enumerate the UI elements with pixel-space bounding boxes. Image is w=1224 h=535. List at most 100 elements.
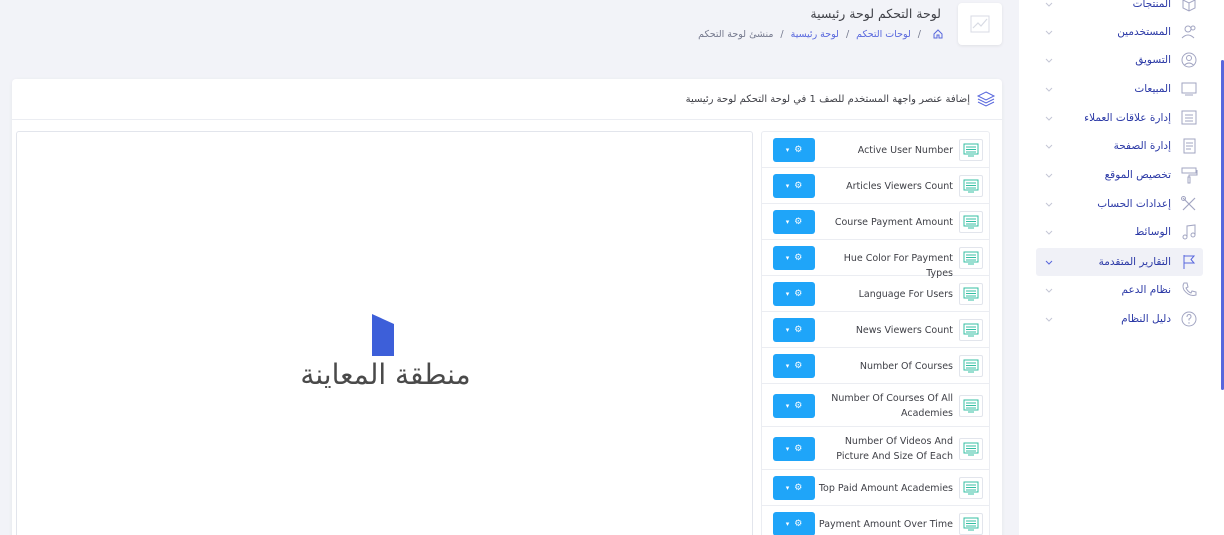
box-icon bbox=[1179, 0, 1199, 14]
breadcrumb-separator: / bbox=[845, 28, 850, 40]
widget-row: Number Of Courses ▾ ⚙ bbox=[762, 348, 989, 384]
chevron-down-icon: ▾ bbox=[785, 254, 790, 262]
gear-icon: ⚙ bbox=[794, 483, 803, 493]
widget-row: Top Paid Amount Academies ▾ ⚙ bbox=[762, 470, 989, 506]
widget-thumbnail-icon bbox=[959, 355, 983, 377]
sidebar: المنتجات المستخدمين التسويق المبيعات إدارة ع… bbox=[1019, 0, 1224, 535]
widget-settings-button[interactable]: ▾ ⚙ bbox=[773, 436, 815, 461]
widget-name: Number Of Courses bbox=[859, 360, 953, 372]
crm-icon bbox=[1179, 108, 1199, 128]
sidebar-item[interactable]: المبيعات bbox=[1036, 75, 1203, 103]
widget-name: Language For Users bbox=[858, 288, 953, 300]
paint-roller-icon bbox=[1179, 165, 1199, 185]
chevron-down-icon: ▾ bbox=[785, 362, 790, 370]
chevron-down-icon: ▾ bbox=[785, 290, 790, 298]
chevron-down-icon bbox=[1042, 283, 1056, 297]
widget-settings-button[interactable]: ▾ ⚙ bbox=[773, 476, 815, 500]
widget-settings-button[interactable]: ▾ ⚙ bbox=[773, 210, 815, 234]
chevron-down-icon: ▾ bbox=[785, 520, 790, 528]
widget-settings-button[interactable]: ▾ ⚙ bbox=[773, 512, 815, 535]
sidebar-item[interactable]: المستخدمين bbox=[1036, 18, 1203, 46]
widget-settings-button[interactable]: ▾ ⚙ bbox=[773, 354, 815, 378]
sidebar-item-label: إدارة علاقات العملاء bbox=[1084, 112, 1171, 124]
gear-icon: ⚙ bbox=[794, 217, 803, 227]
sidebar-item[interactable]: الوسائط bbox=[1036, 218, 1203, 246]
sidebar-item-label: المنتجات bbox=[1132, 0, 1171, 10]
widget-thumbnail-icon bbox=[959, 319, 983, 341]
sidebar-item[interactable]: نظام الدعم bbox=[1036, 276, 1203, 304]
sidebar-item[interactable]: التسويق bbox=[1036, 46, 1203, 74]
widget-settings-button[interactable]: ▾ ⚙ bbox=[773, 282, 815, 306]
chevron-down-icon bbox=[1042, 225, 1056, 239]
sidebar-item-label: التقارير المتقدمة bbox=[1098, 256, 1171, 268]
phone-icon bbox=[1179, 280, 1199, 300]
gear-icon: ⚙ bbox=[794, 443, 803, 454]
widget-row: Course Payment Amount ▾ ⚙ bbox=[762, 204, 989, 240]
sidebar-item[interactable]: إعدادات الحساب bbox=[1036, 190, 1203, 218]
sidebar-item[interactable]: دليل النظام bbox=[1036, 305, 1203, 333]
chevron-down-icon bbox=[1042, 255, 1056, 269]
widget-settings-button[interactable]: ▾ ⚙ bbox=[773, 246, 815, 270]
home-icon[interactable] bbox=[932, 28, 944, 40]
widget-thumbnail-icon bbox=[959, 477, 983, 499]
sidebar-item-label: التسويق bbox=[1135, 54, 1171, 66]
widget-settings-button[interactable]: ▾ ⚙ bbox=[773, 318, 815, 342]
gear-icon: ⚙ bbox=[794, 289, 803, 299]
widget-settings-button[interactable]: ▾ ⚙ bbox=[773, 174, 815, 198]
chevron-down-icon bbox=[1042, 197, 1056, 211]
sales-icon bbox=[1179, 79, 1199, 99]
sidebar-item[interactable]: إدارة علاقات العملاء bbox=[1036, 104, 1203, 132]
card-title: إضافة عنصر واجهة المستخدم للصف 1 في لوحة… bbox=[685, 93, 970, 105]
chart-line-icon bbox=[970, 15, 990, 33]
sidebar-item[interactable]: المنتجات bbox=[1036, 0, 1203, 18]
sidebar-item-label: المبيعات bbox=[1134, 83, 1171, 95]
widget-name: Number Of Courses Of All Academies bbox=[831, 392, 953, 419]
layers-icon bbox=[976, 89, 996, 109]
preview-placeholder-text: منطقة المعاينة bbox=[300, 358, 471, 391]
chevron-down-icon: ▾ bbox=[785, 218, 790, 226]
widget-name: Course Payment Amount bbox=[834, 216, 953, 228]
widget-builder-card: إضافة عنصر واجهة المستخدم للصف 1 في لوحة… bbox=[12, 79, 1002, 535]
chevron-down-icon bbox=[1042, 0, 1056, 11]
page-icon-box bbox=[958, 3, 1002, 45]
sidebar-item-label: إدارة الصفحة bbox=[1113, 140, 1171, 152]
sidebar-item-label: الوسائط bbox=[1134, 226, 1171, 238]
widget-thumbnail-icon bbox=[959, 394, 983, 417]
widget-row: Language For Users ▾ ⚙ bbox=[762, 276, 989, 312]
sidebar-item-label: إعدادات الحساب bbox=[1097, 198, 1171, 210]
widget-row: Number Of Courses Of All Academies ▾ ⚙ bbox=[762, 384, 989, 427]
sidebar-item[interactable]: تخصيص الموقع bbox=[1036, 161, 1203, 189]
card-header: إضافة عنصر واجهة المستخدم للصف 1 في لوحة… bbox=[12, 79, 1002, 120]
chevron-down-icon: ▾ bbox=[785, 326, 790, 334]
widget-name: News Viewers Count bbox=[855, 324, 953, 336]
widget-row: Articles Viewers Count ▾ ⚙ bbox=[762, 168, 989, 204]
gear-icon: ⚙ bbox=[794, 400, 803, 411]
widget-thumbnail-icon bbox=[959, 513, 983, 535]
widget-settings-button[interactable]: ▾ ⚙ bbox=[773, 393, 815, 418]
chevron-down-icon bbox=[1042, 139, 1056, 153]
chevron-down-icon: ▾ bbox=[785, 401, 790, 410]
sidebar-item-label: نظام الدعم bbox=[1121, 284, 1171, 296]
widget-row: Number Of Videos And Picture And Size Of… bbox=[762, 427, 989, 470]
breadcrumb-dashboards[interactable]: لوحات التحكم bbox=[856, 29, 911, 40]
sidebar-item[interactable]: التقارير المتقدمة bbox=[1036, 248, 1203, 276]
marketing-icon bbox=[1179, 50, 1199, 70]
widget-thumbnail-icon bbox=[959, 175, 983, 197]
widget-settings-button[interactable]: ▾ ⚙ bbox=[773, 138, 815, 162]
widget-row: Hue Color For Payment Types ▾ ⚙ bbox=[762, 240, 989, 279]
chevron-down-icon bbox=[1042, 82, 1056, 96]
chevron-down-icon bbox=[1042, 312, 1056, 326]
widget-name: Articles Viewers Count bbox=[846, 180, 953, 192]
sidebar-item-label: المستخدمين bbox=[1117, 26, 1171, 38]
widget-name: Top Paid Amount Academies bbox=[818, 482, 953, 494]
breadcrumb-separator: / bbox=[780, 28, 784, 40]
widget-thumbnail-icon bbox=[959, 247, 983, 269]
widget-name: Payment Amount Over Time bbox=[818, 518, 953, 530]
sidebar-item[interactable]: إدارة الصفحة bbox=[1036, 132, 1203, 160]
chevron-down-icon bbox=[1042, 53, 1056, 67]
breadcrumb-main-dashboard[interactable]: لوحة رئيسية bbox=[791, 29, 839, 40]
widget-thumbnail-icon bbox=[959, 437, 983, 460]
sidebar-item-label: دليل النظام bbox=[1121, 313, 1171, 325]
gear-icon: ⚙ bbox=[794, 253, 803, 263]
gear-icon: ⚙ bbox=[794, 145, 803, 155]
